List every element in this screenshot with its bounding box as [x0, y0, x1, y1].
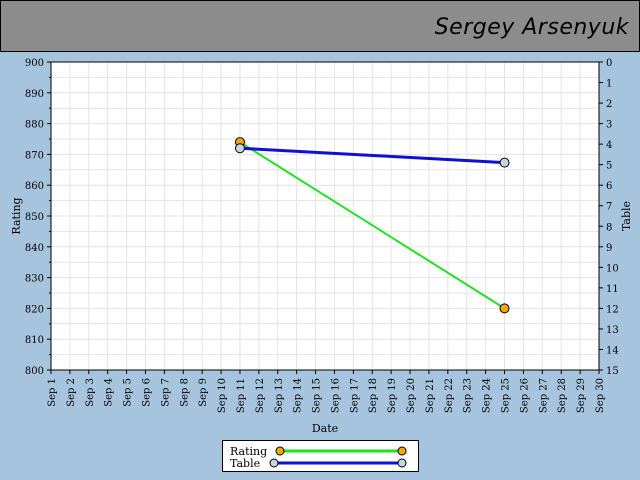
- x-tick-label: Sep 8: [179, 378, 190, 407]
- series-point-rating: [499, 303, 510, 314]
- y-tick-label: 850: [25, 212, 44, 223]
- y2-tick-label: 12: [606, 304, 619, 315]
- y2-tick-label: 8: [606, 222, 612, 233]
- y2-tick-label: 1: [606, 79, 612, 90]
- x-tick-label: Sep 30: [595, 378, 606, 413]
- x-tick-label: Sep 20: [406, 378, 417, 413]
- x-tick-label: Sep 12: [255, 378, 266, 413]
- x-tick-label: Sep 18: [368, 378, 379, 413]
- y2-tick-label: 6: [606, 181, 612, 192]
- y-tick-label: 870: [25, 150, 44, 161]
- page-title: Sergey Arsenyuk: [434, 15, 629, 40]
- x-axis: Sep 1 Sep 2 Sep 3 Sep 4 Sep 5 Sep 6 Sep 7 Sep 8…: [47, 370, 606, 413]
- y2-tick-label: 0: [606, 58, 612, 69]
- legend-marker: [269, 458, 279, 468]
- x-tick-label: Sep 10: [217, 378, 228, 413]
- x-tick-label: Sep 11: [236, 378, 247, 413]
- x-tick-label: Sep 28: [557, 378, 568, 413]
- right-axis-label: Table: [620, 201, 633, 231]
- y-tick-label: 890: [25, 89, 44, 100]
- legend-graphic: RatingTable: [230, 445, 407, 470]
- y-tick-label: 840: [25, 243, 44, 254]
- header-bar: Sergey Arsenyuk: [0, 0, 640, 52]
- left-axis: 800 810 820 830 840 850 860 870 880 890 900: [25, 58, 51, 377]
- x-tick-label: Sep 3: [85, 378, 96, 407]
- y2-tick-label: 10: [606, 263, 619, 274]
- y2-tick-label: 11: [606, 284, 619, 295]
- x-tick-label: Sep 7: [160, 378, 171, 407]
- x-tick-label: Sep 25: [501, 378, 512, 413]
- series-point-table: [234, 143, 245, 154]
- x-tick-label: Sep 29: [576, 378, 587, 413]
- y-tick-label: 860: [25, 181, 44, 192]
- y2-tick-label: 14: [606, 345, 619, 356]
- x-tick-label: Sep 26: [519, 378, 530, 413]
- x-tick-label: Sep 9: [198, 378, 209, 407]
- x-tick-label: Sep 23: [463, 378, 474, 413]
- y-tick-label: 820: [25, 304, 44, 315]
- series-point-table: [499, 157, 510, 168]
- y-tick-label: 830: [25, 274, 44, 285]
- x-tick-label: Sep 6: [141, 378, 152, 407]
- chart-grid: [50, 61, 600, 371]
- legend-marker: [397, 446, 407, 456]
- y2-tick-label: 13: [606, 325, 619, 336]
- y2-tick-label: 5: [606, 161, 612, 172]
- y-tick-label: 900: [25, 58, 44, 69]
- x-tick-label: Sep 4: [104, 378, 115, 407]
- y2-tick-label: 4: [606, 140, 612, 151]
- legend-marker: [275, 446, 285, 456]
- y-tick-label: 880: [25, 120, 44, 131]
- legend-label: Table: [230, 457, 260, 470]
- x-tick-label: Sep 17: [349, 378, 360, 413]
- x-tick-label: Sep 5: [123, 378, 134, 407]
- x-tick-label: Sep 19: [387, 378, 398, 413]
- y-tick-label: 800: [25, 366, 44, 377]
- y2-tick-label: 7: [606, 202, 612, 213]
- y2-tick-label: 2: [606, 99, 612, 110]
- x-tick-label: Sep 15: [312, 378, 323, 413]
- x-tick-label: Sep 22: [444, 378, 455, 413]
- y2-tick-label: 3: [606, 120, 612, 131]
- legend-marker: [397, 458, 407, 468]
- x-tick-label: Sep 2: [66, 378, 77, 407]
- y-tick-label: 810: [25, 335, 44, 346]
- right-axis: 0123456789101112131415: [599, 58, 619, 377]
- legend: Rating Table: [222, 440, 419, 472]
- x-tick-label: Sep 16: [330, 378, 341, 413]
- y2-tick-label: 15: [606, 366, 619, 377]
- y2-tick-label: 9: [606, 243, 612, 254]
- x-tick-label: Sep 24: [482, 378, 493, 413]
- x-tick-label: Sep 1: [47, 378, 58, 407]
- x-tick-label: Sep 13: [274, 378, 285, 413]
- x-tick-label: Sep 21: [425, 378, 436, 413]
- x-axis-label: Date: [312, 422, 338, 435]
- x-tick-label: Sep 27: [538, 378, 549, 413]
- rating-chart: 800810820830840850860870880890900 012345…: [10, 58, 633, 435]
- x-tick-label: Sep 14: [293, 378, 304, 413]
- left-axis-label: Rating: [10, 197, 23, 234]
